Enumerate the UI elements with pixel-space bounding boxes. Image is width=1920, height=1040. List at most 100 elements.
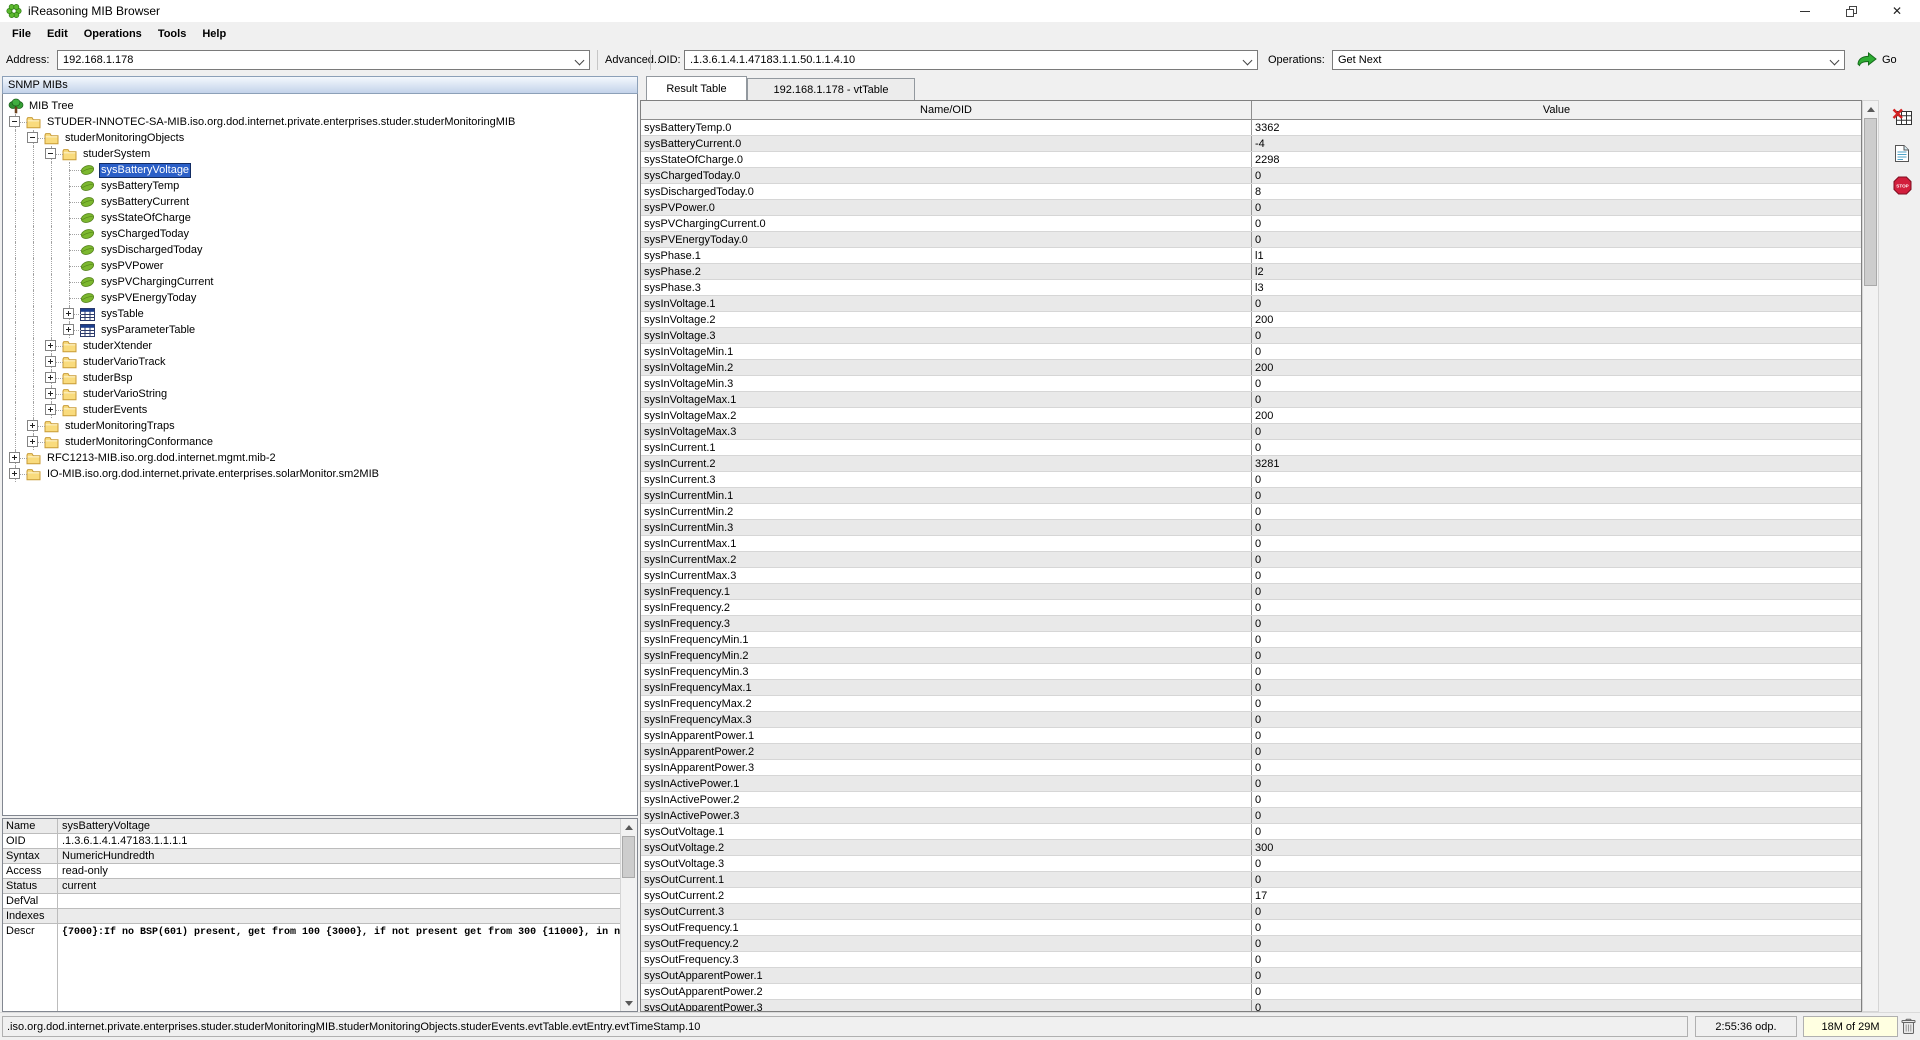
result-row[interactable]: sysInCurrentMin.10 — [641, 488, 1861, 504]
result-row[interactable]: sysOutApparentPower.30 — [641, 1000, 1861, 1012]
result-row[interactable]: sysInCurrentMax.10 — [641, 536, 1861, 552]
result-row[interactable]: sysOutFrequency.10 — [641, 920, 1861, 936]
result-row[interactable]: sysInApparentPower.10 — [641, 728, 1861, 744]
result-row[interactable]: sysOutFrequency.20 — [641, 936, 1861, 952]
menu-file[interactable]: File — [4, 22, 39, 46]
result-row[interactable]: sysOutCurrent.217 — [641, 888, 1861, 904]
tree-item-studermonitoringtraps[interactable]: studerMonitoringTraps — [3, 418, 637, 434]
expand-icon[interactable] — [9, 452, 20, 463]
tree-item-studervariostring[interactable]: studerVarioString — [3, 386, 637, 402]
tree-item-studer-innotec-sa-mib-iso-org-dod-intern[interactable]: STUDER-INNOTEC-SA-MIB.iso.org.dod.intern… — [3, 114, 637, 130]
result-row[interactable]: sysInVoltageMax.30 — [641, 424, 1861, 440]
tree-item-sysbatteryvoltage[interactable]: sysBatteryVoltage — [3, 162, 637, 178]
tree-item-studermonitoringconformance[interactable]: studerMonitoringConformance — [3, 434, 637, 450]
result-row[interactable]: sysOutVoltage.10 — [641, 824, 1861, 840]
result-row[interactable]: sysInFrequencyMin.20 — [641, 648, 1861, 664]
result-row[interactable]: sysChargedToday.00 — [641, 168, 1861, 184]
tab-vttable[interactable]: 192.168.1.178 - vtTable — [747, 78, 915, 100]
result-row[interactable]: sysDischargedToday.08 — [641, 184, 1861, 200]
result-row[interactable]: sysInCurrent.10 — [641, 440, 1861, 456]
expand-icon[interactable] — [45, 372, 56, 383]
expand-icon[interactable] — [45, 340, 56, 351]
result-row[interactable]: sysInFrequencyMin.30 — [641, 664, 1861, 680]
clear-table-icon[interactable] — [1890, 106, 1914, 128]
tree-item-studersystem[interactable]: studerSystem — [3, 146, 637, 162]
menu-operations[interactable]: Operations — [76, 22, 150, 46]
tree-item-sysparametertable[interactable]: sysParameterTable — [3, 322, 637, 338]
operations-combo[interactable]: Get Next — [1332, 50, 1845, 70]
tree-item-mib-tree[interactable]: MIB Tree — [3, 98, 637, 114]
tree-item-studerbsp[interactable]: studerBsp — [3, 370, 637, 386]
scroll-up-icon[interactable] — [621, 819, 636, 835]
tree-item-syschargedtoday[interactable]: sysChargedToday — [3, 226, 637, 242]
result-row[interactable]: sysInCurrentMin.20 — [641, 504, 1861, 520]
result-row[interactable]: sysOutCurrent.30 — [641, 904, 1861, 920]
result-row[interactable]: sysPhase.1l1 — [641, 248, 1861, 264]
tree-item-studermonitoringobjects[interactable]: studerMonitoringObjects — [3, 130, 637, 146]
result-row[interactable]: sysInActivePower.10 — [641, 776, 1861, 792]
result-row[interactable]: sysInFrequencyMin.10 — [641, 632, 1861, 648]
result-row[interactable]: sysOutCurrent.10 — [641, 872, 1861, 888]
expand-icon[interactable] — [63, 308, 74, 319]
result-row[interactable]: sysInVoltage.10 — [641, 296, 1861, 312]
expand-icon[interactable] — [63, 324, 74, 335]
oid-combo[interactable]: .1.3.6.1.4.1.47183.1.1.50.1.1.4.10 — [684, 50, 1258, 70]
result-row[interactable]: sysInFrequency.10 — [641, 584, 1861, 600]
result-row[interactable]: sysInCurrent.30 — [641, 472, 1861, 488]
result-row[interactable]: sysInCurrentMin.30 — [641, 520, 1861, 536]
tree-item-studerevents[interactable]: studerEvents — [3, 402, 637, 418]
menu-tools[interactable]: Tools — [150, 22, 195, 46]
address-combo[interactable]: 192.168.1.178 — [57, 50, 590, 70]
result-row[interactable]: sysPVEnergyToday.00 — [641, 232, 1861, 248]
tree-item-rfc1213-mib-iso-org-dod-internet-mgmt-mi[interactable]: RFC1213-MIB.iso.org.dod.internet.mgmt.mi… — [3, 450, 637, 466]
collapse-icon[interactable] — [45, 148, 56, 159]
result-table-scrollbar[interactable] — [1862, 100, 1879, 1012]
collapse-icon[interactable] — [9, 116, 20, 127]
expand-icon[interactable] — [27, 436, 38, 447]
scrollbar-thumb[interactable] — [622, 836, 635, 878]
result-row[interactable]: sysOutApparentPower.20 — [641, 984, 1861, 1000]
result-row[interactable]: sysPVChargingCurrent.00 — [641, 216, 1861, 232]
restore-button[interactable] — [1828, 0, 1874, 22]
menu-edit[interactable]: Edit — [39, 22, 76, 46]
result-row[interactable]: sysOutVoltage.30 — [641, 856, 1861, 872]
result-row[interactable]: sysInVoltageMax.2200 — [641, 408, 1861, 424]
expand-icon[interactable] — [27, 420, 38, 431]
tree-item-syspvpower[interactable]: sysPVPower — [3, 258, 637, 274]
advanced-button[interactable]: Advanced... — [605, 54, 663, 66]
result-row[interactable]: sysInVoltageMax.10 — [641, 392, 1861, 408]
result-row[interactable]: sysOutVoltage.2300 — [641, 840, 1861, 856]
tree-item-sysdischargedtoday[interactable]: sysDischargedToday — [3, 242, 637, 258]
result-row[interactable]: sysInCurrent.23281 — [641, 456, 1861, 472]
expand-icon[interactable] — [45, 388, 56, 399]
tab-result-table[interactable]: Result Table — [646, 76, 747, 100]
close-button[interactable]: ✕ — [1874, 0, 1920, 22]
expand-icon[interactable] — [45, 404, 56, 415]
menu-help[interactable]: Help — [194, 22, 234, 46]
minimize-button[interactable] — [1782, 0, 1828, 22]
tree-item-io-mib-iso-org-dod-internet-private-ente[interactable]: IO-MIB.iso.org.dod.internet.private.ente… — [3, 466, 637, 482]
scroll-up-icon[interactable] — [1863, 101, 1878, 117]
result-row[interactable]: sysOutApparentPower.10 — [641, 968, 1861, 984]
result-row[interactable]: sysInFrequencyMax.30 — [641, 712, 1861, 728]
result-row[interactable]: sysStateOfCharge.02298 — [641, 152, 1861, 168]
collapse-icon[interactable] — [27, 132, 38, 143]
column-header-value[interactable]: Value — [1252, 101, 1861, 119]
result-row[interactable]: sysInActivePower.20 — [641, 792, 1861, 808]
result-row[interactable]: sysInActivePower.30 — [641, 808, 1861, 824]
export-result-icon[interactable] — [1890, 142, 1914, 164]
result-row[interactable]: sysInVoltage.30 — [641, 328, 1861, 344]
result-row[interactable]: sysBatteryTemp.03362 — [641, 120, 1861, 136]
tree-item-systable[interactable]: sysTable — [3, 306, 637, 322]
tree-item-studervariotrack[interactable]: studerVarioTrack — [3, 354, 637, 370]
result-row[interactable]: sysOutFrequency.30 — [641, 952, 1861, 968]
tree-item-sysbatterycurrent[interactable]: sysBatteryCurrent — [3, 194, 637, 210]
result-row[interactable]: sysInVoltageMin.2200 — [641, 360, 1861, 376]
tree-item-sysstateofcharge[interactable]: sysStateOfCharge — [3, 210, 637, 226]
result-row[interactable]: sysInFrequency.30 — [641, 616, 1861, 632]
tree-item-sysbatterytemp[interactable]: sysBatteryTemp — [3, 178, 637, 194]
tree-item-studerxtender[interactable]: studerXtender — [3, 338, 637, 354]
result-row[interactable]: sysInFrequencyMax.10 — [641, 680, 1861, 696]
tree-item-syspvenergytoday[interactable]: sysPVEnergyToday — [3, 290, 637, 306]
stop-icon[interactable]: STOP — [1890, 174, 1914, 196]
